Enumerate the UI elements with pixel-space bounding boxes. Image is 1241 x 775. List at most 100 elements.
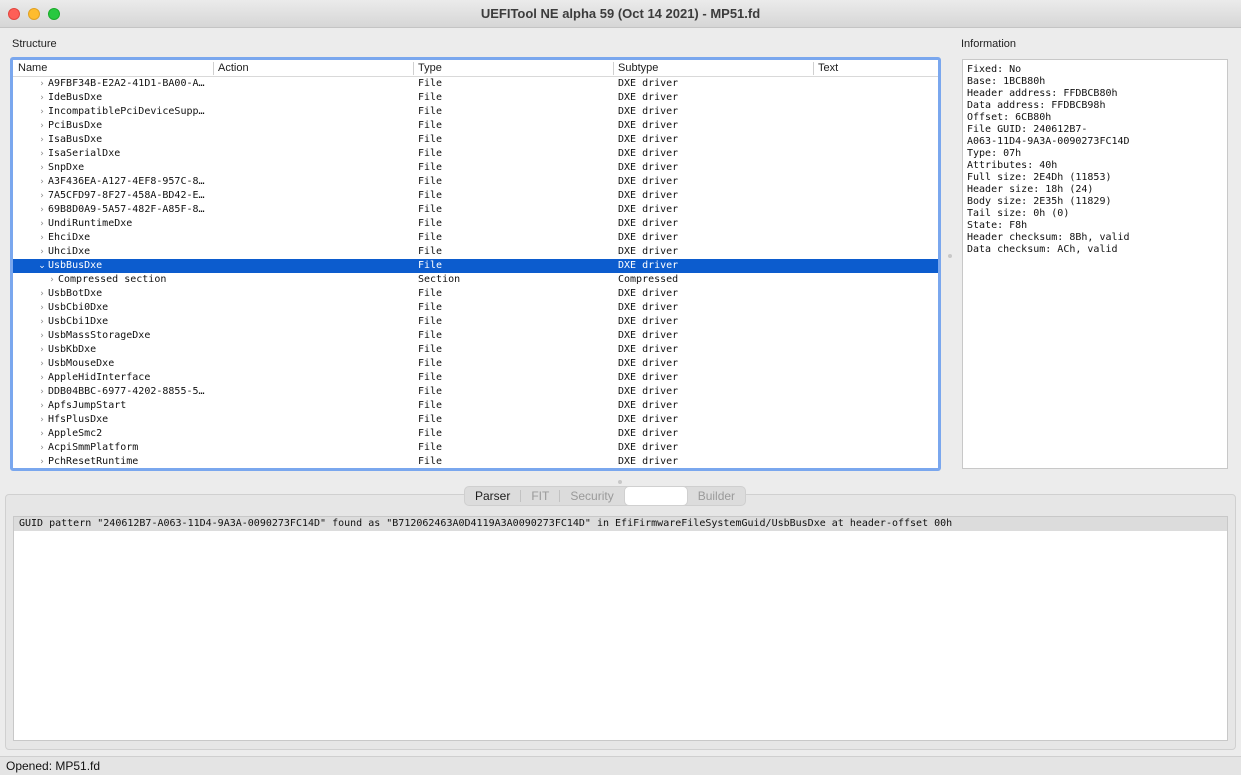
column-divider[interactable] [413,62,414,75]
tab-builder[interactable]: Builder [688,487,745,505]
tree-row[interactable]: › AppleSmc2 File DXE driver [13,427,938,441]
chevron-right-icon[interactable]: › [37,91,47,105]
chevron-right-icon[interactable]: › [37,455,47,468]
tree-row[interactable]: › A9FBF34B-E2A2-41D1-BA00-A… File DXE drive… [13,77,938,91]
row-name: AcpiSmmPlatform [48,442,139,453]
info-line: Offset: 6CB80h [967,112,1052,123]
row-subtype: DXE driver [618,428,679,439]
tab-parser[interactable]: Parser [465,487,520,505]
tree-row[interactable]: › UsbMassStorageDxe File DXE driver [13,329,938,343]
info-line: Fixed: No [967,64,1022,75]
chevron-right-icon[interactable]: › [37,287,47,301]
row-subtype: Compressed [618,274,679,285]
tree-row[interactable]: › IsaBusDxe File DXE driver [13,133,938,147]
tree-row[interactable]: ⌄ UsbBusDxe File DXE driver [13,259,938,273]
tree-row[interactable]: › Compressed section Section Compressed [13,273,938,287]
chevron-right-icon[interactable]: › [37,105,47,119]
info-line: File GUID: 240612B7- [967,124,1088,135]
chevron-right-icon[interactable]: › [37,301,47,315]
tree-row[interactable]: › UndiRuntimeDxe File DXE driver [13,217,938,231]
tree-row[interactable]: › UsbCbi1Dxe File DXE driver [13,315,938,329]
tree-row[interactable]: › PchResetRuntime File DXE driver [13,455,938,468]
column-divider[interactable] [613,62,614,75]
chevron-right-icon[interactable]: › [37,119,47,133]
tree-row[interactable]: › UsbBotDxe File DXE driver [13,287,938,301]
vertical-splitter-handle[interactable] [948,254,952,258]
row-type: File [418,78,443,89]
tree-row[interactable]: › UsbCbi0Dxe File DXE driver [13,301,938,315]
tree-row[interactable]: › PciBusDxe File DXE driver [13,119,938,133]
tree-row[interactable]: › IsaSerialDxe File DXE driver [13,147,938,161]
chevron-right-icon[interactable]: › [37,203,47,217]
row-name: 69B8D0A9-5A57-482F-A85F-8… [48,204,205,215]
status-bar: Opened: MP51.fd [0,756,1241,775]
row-subtype: DXE driver [618,148,679,159]
chevron-right-icon[interactable]: › [37,245,47,259]
chevron-right-icon[interactable]: › [37,385,47,399]
column-header-name[interactable]: Name [18,62,47,74]
row-subtype: DXE driver [618,414,679,425]
chevron-right-icon[interactable]: › [37,231,47,245]
chevron-right-icon[interactable]: › [37,217,47,231]
tab-security[interactable]: Security [560,487,623,505]
row-subtype: DXE driver [618,92,679,103]
row-name: A3F436EA-A127-4EF8-957C-8… [48,176,205,187]
chevron-right-icon[interactable]: › [37,315,47,329]
chevron-right-icon[interactable]: › [47,273,57,287]
message-line[interactable]: GUID pattern "240612B7-A063-11D4-9A3A-00… [14,517,1227,531]
chevron-right-icon[interactable]: › [37,175,47,189]
message-list[interactable]: GUID pattern "240612B7-A063-11D4-9A3A-00… [13,516,1228,741]
tree-row[interactable]: › AppleHidInterface File DXE driver [13,371,938,385]
tree-row[interactable]: › DDB04BBC-6977-4202-8855-5… File DXE drive… [13,385,938,399]
chevron-right-icon[interactable]: › [37,399,47,413]
chevron-right-icon[interactable]: › [37,329,47,343]
row-subtype: DXE driver [618,260,679,271]
tree-row[interactable]: › A3F436EA-A127-4EF8-957C-8… File DXE drive… [13,175,938,189]
chevron-right-icon[interactable]: › [37,427,47,441]
chevron-right-icon[interactable]: › [37,147,47,161]
chevron-right-icon[interactable]: › [37,77,47,91]
row-name: EhciDxe [48,232,91,243]
tree-row[interactable]: › SnpDxe File DXE driver [13,161,938,175]
tab-fit[interactable]: FIT [521,487,559,505]
chevron-right-icon[interactable]: › [37,343,47,357]
row-type: File [418,386,443,397]
row-type: File [418,316,443,327]
row-name: IsaSerialDxe [48,148,121,159]
column-divider[interactable] [213,62,214,75]
chevron-right-icon[interactable]: › [37,357,47,371]
chevron-right-icon[interactable]: › [37,189,47,203]
tab-search[interactable] [623,486,688,506]
tree-row[interactable]: › UsbKbDxe File DXE driver [13,343,938,357]
chevron-right-icon[interactable]: › [37,413,47,427]
column-header-action[interactable]: Action [218,62,249,74]
tree-row[interactable]: › 69B8D0A9-5A57-482F-A85F-8… File DXE drive… [13,203,938,217]
chevron-right-icon[interactable]: › [37,161,47,175]
chevron-right-icon[interactable]: › [37,441,47,455]
tree-row[interactable]: › UsbMouseDxe File DXE driver [13,357,938,371]
structure-tree[interactable]: Name Action Type Subtype Text › A9FBF34B-… [10,57,941,471]
column-divider[interactable] [813,62,814,75]
tree-row[interactable]: › 7A5CFD97-8F27-458A-BD42-E… File DXE drive… [13,189,938,203]
chevron-down-icon[interactable]: ⌄ [37,259,47,273]
info-line: Header checksum: 8Bh, valid [967,232,1130,243]
row-subtype: DXE driver [618,232,679,243]
tree-row[interactable]: › AcpiSmmPlatform File DXE driver [13,441,938,455]
tree-row[interactable]: › EhciDxe File DXE driver [13,231,938,245]
column-header-subtype[interactable]: Subtype [618,62,658,74]
row-subtype: DXE driver [618,358,679,369]
row-name: AppleSmc2 [48,428,103,439]
chevron-right-icon[interactable]: › [37,133,47,147]
tree-row[interactable]: › HfsPlusDxe File DXE driver [13,413,938,427]
tree-row[interactable]: › IdeBusDxe File DXE driver [13,91,938,105]
column-header-text[interactable]: Text [818,62,838,74]
row-subtype: DXE driver [618,204,679,215]
tree-row[interactable]: › IncompatiblePciDeviceSupp… File DXE drive… [13,105,938,119]
chevron-right-icon[interactable]: › [37,371,47,385]
structure-label: Structure [12,38,57,50]
column-header-type[interactable]: Type [418,62,442,74]
tree-row[interactable]: › UhciDxe File DXE driver [13,245,938,259]
horizontal-splitter-handle[interactable] [618,480,622,484]
row-subtype: DXE driver [618,120,679,131]
tree-row[interactable]: › ApfsJumpStart File DXE driver [13,399,938,413]
